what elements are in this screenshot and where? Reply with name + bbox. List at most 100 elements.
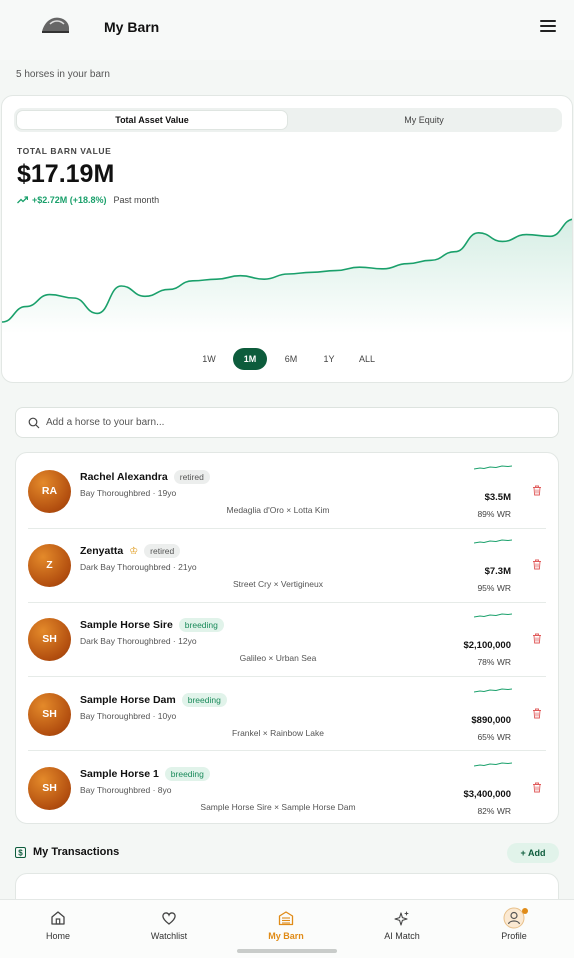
barn-icon — [278, 911, 294, 926]
status-badge: retired — [173, 470, 210, 484]
range-6m[interactable]: 6M — [277, 348, 305, 370]
sparkline — [474, 465, 512, 470]
value-change: +$2.72M (+18.8%) Past month — [17, 195, 159, 205]
trash-icon[interactable] — [532, 559, 542, 570]
horse-price: $3,400,000 — [463, 788, 511, 800]
status-badge: retired — [144, 544, 181, 559]
add-horse-search[interactable] — [15, 407, 559, 438]
horse-row[interactable]: Z Zenyatta ♔ retired Dark Bay Thoroughbred ·… — [28, 529, 546, 603]
trend-up-icon — [17, 196, 28, 204]
win-rate: 95% WR — [477, 583, 511, 594]
horse-row[interactable]: SH Sample Horse Dam breeding Bay Thoroughbr… — [28, 678, 546, 752]
horse-name: Rachel Alexandra — [80, 471, 168, 483]
value-change-amount: +$2.72M (+18.8%) — [32, 195, 107, 205]
horse-name-line: Sample Horse Sire breeding — [80, 618, 224, 633]
horse-row[interactable]: SH Sample Horse 1 breeding Bay Thoroughbred… — [28, 752, 546, 826]
tab-my-equity[interactable]: My Equity — [288, 110, 560, 130]
tab-watchlist-label: Watchlist — [150, 931, 188, 941]
crown-icon: ♔ — [129, 545, 139, 557]
horse-breed: Dark Bay Thoroughbred · 21yo — [80, 562, 197, 573]
win-rate: 78% WR — [477, 657, 511, 668]
horse-list: RA Rachel Alexandra retired Bay Thoroughbre… — [15, 452, 559, 824]
horse-name: Sample Horse Dam — [80, 693, 176, 706]
horse-count-text: 5 horses in your barn — [16, 69, 110, 80]
tab-total-asset-value[interactable]: Total Asset Value — [16, 110, 288, 130]
horse-name: Zenyatta — [80, 545, 124, 558]
horse-breed: Dark Bay Thoroughbred · 12yo — [80, 636, 197, 647]
tab-profile-label: Profile — [501, 931, 527, 941]
avatar: SH — [28, 766, 71, 810]
horse-pedigree: Frankel × Rainbow Lake — [232, 727, 324, 738]
horse-name-line: Zenyatta ♔ retired — [80, 544, 181, 559]
horse-breed: Bay Thoroughbred · 10yo — [80, 710, 177, 721]
add-transaction-button[interactable]: + Add — [507, 843, 559, 863]
range-1y[interactable]: 1Y — [315, 348, 343, 370]
horse-price: $890,000 — [471, 714, 511, 726]
horse-pedigree: Medaglia d'Oro × Lotta Kim — [226, 505, 330, 515]
tab-ai-match[interactable]: AI Match — [357, 910, 447, 946]
horse-pedigree: Street Cry × Vertigineux — [232, 579, 323, 590]
search-input[interactable] — [46, 408, 546, 437]
app-header: My Barn — [0, 0, 574, 60]
range-1w[interactable]: 1W — [195, 348, 223, 370]
win-rate: 82% WR — [477, 805, 511, 816]
avatar: SH — [28, 618, 71, 662]
menu-icon[interactable] — [540, 20, 556, 34]
sparkle-icon — [394, 911, 409, 926]
horse-breed: Bay Thoroughbred · 8yo — [80, 784, 172, 795]
avatar: Z — [28, 544, 71, 588]
horse-name-line: Sample Horse 1 breeding — [80, 766, 210, 781]
value-change-period: Past month — [113, 195, 160, 205]
status-badge: breeding — [178, 618, 224, 633]
tab-ai-match-label: AI Match — [384, 931, 420, 941]
avatar: SH — [28, 692, 71, 736]
win-rate: 89% WR — [477, 509, 511, 519]
total-value-label: TOTAL BARN VALUE — [17, 146, 112, 156]
horse-price: $3.5M — [484, 492, 511, 503]
tab-my-barn-label: My Barn — [268, 931, 304, 941]
app-logo-icon — [42, 17, 69, 33]
trash-icon[interactable] — [532, 485, 542, 496]
transactions-title: My Transactions — [33, 846, 120, 858]
tab-profile[interactable]: Profile — [469, 907, 559, 946]
sparkline — [474, 613, 512, 618]
status-badge: breeding — [164, 766, 210, 781]
horse-name-line: Sample Horse Dam breeding — [80, 692, 227, 707]
total-value-amount: $17.19M — [17, 160, 115, 188]
svg-text:$: $ — [18, 849, 23, 858]
home-icon — [51, 911, 65, 925]
tab-watchlist[interactable]: Watchlist — [124, 910, 214, 946]
sparkline — [474, 762, 512, 767]
tab-my-barn[interactable]: My Barn — [241, 910, 331, 946]
time-range-selector: 1W 1M 6M 1Y ALL — [2, 348, 572, 370]
horse-pedigree: Galileo × Urban Sea — [239, 653, 317, 664]
horse-pedigree: Sample Horse Sire × Sample Horse Dam — [200, 801, 356, 812]
status-badge: breeding — [181, 692, 227, 707]
horse-name: Sample Horse 1 — [80, 767, 159, 780]
barn-value-card: Total Asset Value My Equity TOTAL BARN V… — [1, 95, 573, 383]
range-all[interactable]: ALL — [353, 348, 381, 370]
trash-icon[interactable] — [532, 708, 542, 719]
horse-price: $2,100,000 — [463, 640, 511, 652]
horse-breed: Bay Thoroughbred · 19yo — [80, 488, 177, 498]
horse-price: $7.3M — [484, 566, 511, 578]
win-rate: 65% WR — [477, 731, 511, 742]
transactions-header: $ My Transactions + Add — [15, 843, 559, 863]
horse-row[interactable]: SH Sample Horse Sire breeding Dark Bay Thor… — [28, 603, 546, 677]
heart-icon — [162, 912, 176, 925]
sparkline — [474, 688, 512, 693]
value-mode-toggle: Total Asset Value My Equity — [14, 108, 562, 132]
horse-row[interactable]: RA Rachel Alexandra retired Bay Thoroughbre… — [28, 455, 546, 529]
sparkline — [474, 539, 512, 544]
trash-icon[interactable] — [532, 633, 542, 644]
chart-area — [2, 219, 572, 334]
horse-name-line: Rachel Alexandra retired — [80, 470, 210, 484]
tab-home-label: Home — [45, 931, 70, 941]
value-chart — [2, 218, 572, 334]
notification-dot — [522, 908, 528, 914]
horse-name: Sample Horse Sire — [80, 619, 173, 632]
trash-icon[interactable] — [532, 782, 542, 793]
tab-home[interactable]: Home — [13, 910, 103, 946]
page-title: My Barn — [104, 19, 160, 35]
range-1m[interactable]: 1M — [233, 348, 267, 370]
